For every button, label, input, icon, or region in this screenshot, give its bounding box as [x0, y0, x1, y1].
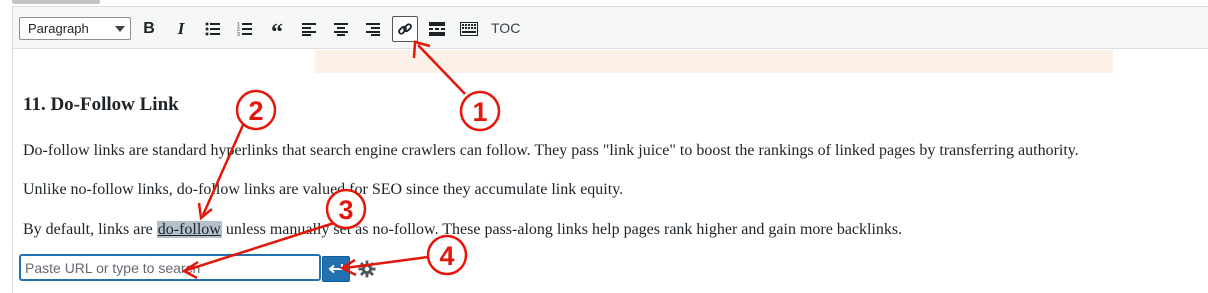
format-select[interactable]: Paragraph — [19, 17, 131, 40]
numbered-list-icon: 123 — [237, 22, 252, 36]
editor-tab-indicator — [12, 0, 100, 4]
bulleted-list-icon — [205, 22, 220, 36]
chevron-down-icon — [115, 26, 125, 32]
numbered-list-button[interactable]: 123 — [232, 16, 258, 42]
paragraph-3: By default, links are do-follow unless m… — [23, 221, 902, 239]
toolbar-toggle-button[interactable] — [456, 16, 482, 42]
align-left-button[interactable] — [296, 16, 322, 42]
apply-link-button[interactable] — [322, 256, 350, 282]
editor-toolbar: Paragraph B I 123 “ TOC — [13, 7, 1208, 49]
bold-icon: B — [143, 20, 155, 37]
link-icon — [398, 23, 412, 35]
italic-icon: I — [177, 19, 185, 38]
bulleted-list-button[interactable] — [200, 16, 226, 42]
enter-arrow-icon — [328, 264, 343, 274]
callout-block — [315, 50, 1113, 73]
section-heading: 11. Do-Follow Link — [23, 94, 179, 115]
url-input[interactable] — [19, 254, 321, 281]
paragraph-3-end: unless manually set as no-follow. These … — [221, 221, 903, 238]
selected-text[interactable]: do-follow — [156, 221, 222, 238]
paragraph-1: Do-follow links are standard hyperlinks … — [23, 142, 1079, 159]
insert-link-button[interactable] — [392, 16, 418, 42]
format-select-value: Paragraph — [28, 21, 89, 36]
italic-button[interactable]: I — [168, 16, 194, 42]
blockquote-button[interactable]: “ — [264, 16, 290, 46]
quote-icon: “ — [271, 20, 283, 46]
toc-button[interactable]: TOC — [491, 20, 520, 36]
align-center-button[interactable] — [328, 16, 354, 42]
align-right-icon — [366, 22, 380, 36]
align-right-button[interactable] — [360, 16, 386, 42]
read-more-button[interactable] — [424, 16, 450, 42]
keyboard-icon — [460, 22, 478, 36]
paragraph-3-start: By default, links are — [23, 221, 157, 238]
align-center-icon — [334, 22, 348, 36]
svg-text:3: 3 — [237, 32, 240, 36]
link-settings-button[interactable] — [355, 257, 379, 281]
align-left-icon — [302, 22, 316, 36]
paragraph-2: Unlike no-follow links, do-follow links … — [23, 181, 624, 198]
read-more-icon — [429, 22, 445, 36]
bold-button[interactable]: B — [136, 16, 162, 42]
gear-icon — [358, 260, 376, 278]
